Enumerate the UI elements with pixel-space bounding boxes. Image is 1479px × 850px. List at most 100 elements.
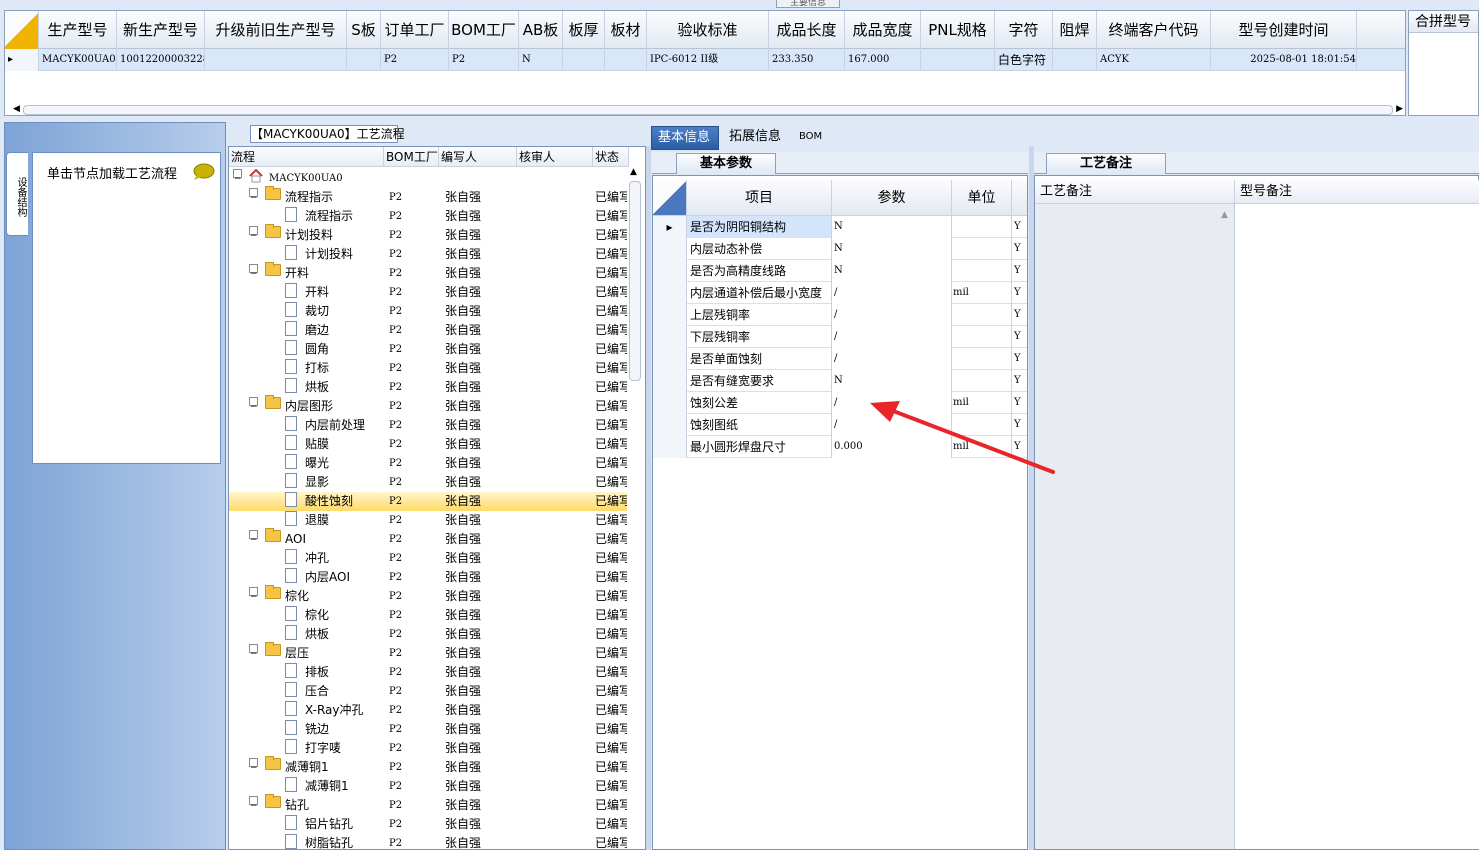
splitter-left[interactable] (646, 146, 651, 850)
param-value[interactable]: / (832, 348, 952, 370)
cell-material[interactable] (605, 49, 647, 71)
collapse-icon[interactable]: − (249, 796, 258, 811)
tab-extended-info[interactable]: 拓展信息 (723, 126, 783, 150)
tree-node[interactable]: X-Ray冲孔 P2 张自强 已编写 (229, 701, 627, 720)
collapse-icon[interactable]: − (249, 397, 258, 412)
scroll-thumb[interactable] (23, 105, 1393, 115)
column-header[interactable]: 升级前旧生产型号 (205, 11, 347, 49)
tree-node[interactable]: 打字唛 P2 张自强 已编写 (229, 739, 627, 758)
tree-node[interactable]: 显影 P2 张自强 已编写 (229, 473, 627, 492)
cell-character[interactable]: 白色字符 (995, 49, 1053, 71)
param-row[interactable]: 上层残铜率 / Y (653, 304, 1027, 326)
collapse-icon[interactable]: − (249, 530, 258, 545)
cell-bom-factory[interactable]: P2 (449, 49, 519, 71)
tree-node[interactable]: 铣边 P2 张自强 已编写 (229, 720, 627, 739)
cell-order-factory[interactable]: P2 (381, 49, 449, 71)
collapse-icon[interactable]: − (249, 758, 258, 773)
row-indicator-icon[interactable] (653, 260, 687, 282)
collapse-icon[interactable]: − (249, 226, 258, 241)
column-header[interactable]: 阻焊 (1053, 11, 1097, 49)
horizontal-scrollbar[interactable]: ◀ ▶ (13, 103, 1403, 115)
collapse-icon[interactable]: − (249, 188, 258, 203)
tree-node[interactable]: − 钻孔 P2 张自强 已编写 (229, 794, 627, 815)
column-header[interactable]: 板厚 (563, 11, 605, 49)
tree-scroll-thumb[interactable] (629, 181, 641, 381)
column-header[interactable]: 生产型号 (39, 11, 117, 49)
tree-header-status[interactable]: 状态 (593, 147, 629, 167)
scroll-up-icon[interactable]: ▲ (1221, 210, 1228, 220)
column-header[interactable]: PNL规格 (921, 11, 995, 49)
cell-customer-code[interactable]: ACYK (1097, 49, 1211, 71)
model-remark-column[interactable] (1235, 204, 1479, 849)
scroll-right-icon[interactable]: ▶ (1396, 104, 1403, 114)
tree-node[interactable]: 计划投料 P2 张自强 已编写 (229, 245, 627, 264)
param-value[interactable]: / (832, 326, 952, 348)
tree-node[interactable]: − AOI P2 张自强 已编写 (229, 528, 627, 549)
tree-node[interactable]: − 流程指示 P2 张自强 已编写 (229, 186, 627, 207)
column-header[interactable]: 型号创建时间 (1211, 11, 1357, 49)
tree-node[interactable]: 棕化 P2 张自强 已编写 (229, 606, 627, 625)
tree-header-writer[interactable]: 编写人 (439, 147, 517, 167)
row-indicator-icon[interactable]: ▸ (5, 49, 39, 71)
tree-node[interactable]: − 减薄铜1 P2 张自强 已编写 (229, 756, 627, 777)
tree-node[interactable]: 烘板 P2 张自强 已编写 (229, 625, 627, 644)
tree-node[interactable]: 铝片钻孔 P2 张自强 已编写 (229, 815, 627, 834)
row-indicator-icon[interactable] (653, 392, 687, 414)
tree-node[interactable]: 贴膜 P2 张自强 已编写 (229, 435, 627, 454)
tree-header-bom-factory[interactable]: BOM工厂 (384, 147, 439, 167)
param-header-value[interactable]: 参数 (832, 180, 952, 216)
tree-node[interactable]: 减薄铜1 P2 张自强 已编写 (229, 777, 627, 796)
param-value[interactable]: / (832, 282, 952, 304)
row-indicator-icon[interactable]: ▸ (653, 216, 687, 238)
collapse-icon[interactable]: − (249, 644, 258, 659)
param-value[interactable]: / (832, 304, 952, 326)
tree-node[interactable]: − 开料 P2 张自强 已编写 (229, 262, 627, 283)
cell-solder-mask[interactable] (1053, 49, 1097, 71)
tree-node[interactable]: 内层前处理 P2 张自强 已编写 (229, 416, 627, 435)
column-header[interactable]: 成品长度 (769, 11, 845, 49)
collapse-icon[interactable]: − (249, 264, 258, 279)
grid-corner[interactable] (5, 11, 39, 49)
param-header-extra[interactable] (1012, 180, 1027, 216)
tab-process-remark[interactable]: 工艺备注 (1046, 153, 1166, 174)
tree-node[interactable]: − 内层图形 P2 张自强 已编写 (229, 395, 627, 416)
param-row[interactable]: 是否单面蚀刻 / Y (653, 348, 1027, 370)
cell-width[interactable]: 167.000 (845, 49, 921, 71)
param-row[interactable]: 是否为高精度线路 N Y (653, 260, 1027, 282)
row-indicator-icon[interactable] (653, 414, 687, 436)
side-tab-equipment[interactable]: 设备结构 (6, 152, 28, 236)
process-remark-column[interactable] (1035, 204, 1235, 849)
row-indicator-icon[interactable] (653, 282, 687, 304)
scroll-left-icon[interactable]: ◀ (13, 104, 20, 114)
cell-pnl[interactable] (921, 49, 995, 71)
remark-header-process[interactable]: 工艺备注 (1035, 180, 1235, 204)
collapse-icon[interactable]: − (249, 587, 258, 602)
tree-header-process[interactable]: 流程 (229, 147, 384, 167)
tab-basic-info[interactable]: 基本信息 (651, 126, 719, 150)
param-row[interactable]: 是否有缝宽要求 N Y (653, 370, 1027, 392)
tree-node[interactable]: 压合 P2 张自强 已编写 (229, 682, 627, 701)
cell-thickness[interactable] (563, 49, 605, 71)
tree-node[interactable]: − 计划投料 P2 张自强 已编写 (229, 224, 627, 245)
row-indicator-icon[interactable] (653, 370, 687, 392)
column-header[interactable]: S板 (347, 11, 381, 49)
param-value[interactable]: N (832, 260, 952, 282)
tree-node[interactable]: 树脂钻孔 P2 张自强 已编写 (229, 834, 627, 849)
tree-node[interactable]: 冲孔 P2 张自强 已编写 (229, 549, 627, 568)
row-indicator-icon[interactable] (653, 348, 687, 370)
cell-created[interactable]: 2025-08-01 18:01:54 (1211, 49, 1357, 71)
tree-node[interactable]: 磨边 P2 张自强 已编写 (229, 321, 627, 340)
tab-basic-params[interactable]: 基本参数 (676, 153, 776, 174)
tree-node[interactable]: 裁切 P2 张自强 已编写 (229, 302, 627, 321)
param-grid-corner[interactable] (653, 180, 687, 216)
tree-header-reviewer[interactable]: 核审人 (517, 147, 593, 167)
table-row[interactable]: ▸ MACYK00UA0 10012200003228 P2 P2 N IPC-6012 I… (5, 49, 1405, 71)
param-row[interactable]: 内层动态补偿 N Y (653, 238, 1027, 260)
tree-node[interactable]: 烘板 P2 张自强 已编写 (229, 378, 627, 397)
param-header-item[interactable]: 项目 (687, 180, 832, 216)
cell-length[interactable]: 233.350 (769, 49, 845, 71)
param-value[interactable]: N (832, 216, 952, 238)
cell-model[interactable]: MACYK00UA0 (39, 49, 117, 71)
column-header[interactable]: 字符 (995, 11, 1053, 49)
param-row[interactable]: ▸ 是否为阴阳铜结构 N Y (653, 216, 1027, 238)
